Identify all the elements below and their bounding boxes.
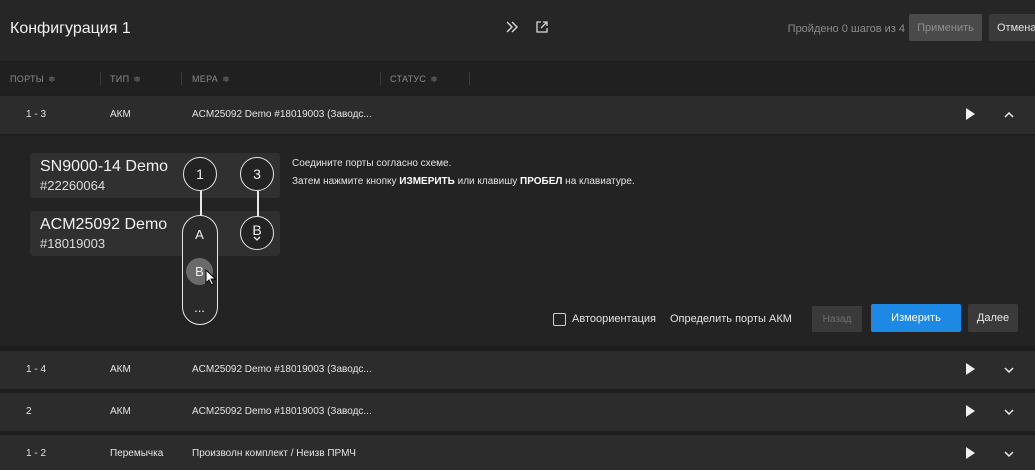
chevron-up-icon[interactable] [1003,109,1015,121]
table-row[interactable]: 1 - 3 АКМ ACM25092 Demo #18019003 (Завод… [0,96,1035,134]
row-measure: ACM25092 Demo #18019003 (Заводс... [192,364,372,375]
detect-ports-link[interactable]: Определить порты АКМ [670,313,792,325]
measure-button[interactable]: Измерить [871,304,961,332]
device-name: ACM25092 Demo [40,216,168,233]
chevron-down-icon[interactable] [1003,364,1015,376]
row-ports: 2 [26,406,32,417]
row-measure: ACM25092 Demo #18019003 (Заводс... [192,109,372,120]
auto-orient-checkbox[interactable] [553,313,566,326]
port-label: B [252,221,262,238]
acm-port-option[interactable]: ... [186,294,213,321]
acm-port-option[interactable]: A [186,221,213,248]
acm-port-b-dropdown[interactable]: B [240,216,274,250]
device-serial: #22260064 [40,178,106,193]
sort-icon: ≑ [222,74,230,84]
sort-icon: ≑ [133,74,142,84]
vna-port-1[interactable]: 1 [183,157,217,191]
column-status[interactable]: СТАТУС ≑ [390,74,438,85]
chevron-down-icon[interactable] [1003,448,1015,460]
column-label: МЕРА [192,74,219,84]
column-divider [181,72,182,85]
device-serial: #18019003 [40,236,106,251]
column-type[interactable]: ТИП ≑ [110,74,141,85]
column-label: ТИП [110,74,130,84]
mouse-cursor-icon [205,269,217,286]
column-divider [380,72,381,85]
column-ports[interactable]: ПОРТЫ ≑ [10,74,56,85]
play-icon[interactable] [966,447,975,459]
play-icon[interactable] [966,405,975,417]
chevron-down-icon [253,236,261,241]
double-chevron-right-icon[interactable] [505,20,519,34]
instruction-line-2: Затем нажмите кнопку ИЗМЕРИТЬ или клавиш… [292,176,635,187]
connector-line [257,191,259,216]
top-bar: Конфигурация 1 Пройдено 0 шагов из 4 При… [0,0,1035,62]
device-name: SN9000-14 Demo [40,158,169,175]
page-title: Конфигурация 1 [10,20,131,37]
external-link-icon[interactable] [535,20,549,34]
auto-orient-label[interactable]: Автоориентация [572,313,656,325]
play-icon[interactable] [966,363,975,375]
row-measure: ACM25092 Demo #18019003 (Заводс... [192,406,372,417]
next-button[interactable]: Далее [968,304,1018,332]
table-row[interactable]: 1 - 4 АКМ ACM25092 Demo #18019003 (Завод… [0,351,1035,389]
column-measure[interactable]: МЕРА ≑ [192,74,230,85]
table-row[interactable]: 1 - 2 Перемычка Произволн комплект / Неи… [0,435,1035,470]
column-label: ПОРТЫ [10,74,45,84]
instruction-line-1: Соедините порты согласно схеме. [292,158,452,169]
table-row[interactable]: 2 АКМ ACM25092 Demo #18019003 (Заводс... [0,393,1035,431]
column-header: ПОРТЫ ≑ ТИП ≑ МЕРА ≑ СТАТУС ≑ [0,62,1035,92]
cancel-button[interactable]: Отмена [989,14,1035,41]
row-ports: 1 - 2 [26,448,47,459]
sort-icon: ≑ [430,74,439,84]
steps-progress: Пройдено 0 шагов из 4 [787,23,905,35]
row-type: Перемычка [110,448,164,459]
row-measure: Произволн комплект / Неизв ПРМЧ [192,448,356,459]
sort-icon: ≑ [48,74,56,84]
row-type: АКМ [110,109,131,120]
column-label: СТАТУС [390,74,427,84]
row-type: АКМ [110,364,131,375]
play-icon[interactable] [966,108,975,120]
connection-panel: SN9000-14 Demo #22260064 ACM25092 Demo #… [0,136,1035,346]
back-button[interactable]: Назад [812,306,862,332]
vna-port-3[interactable]: 3 [240,157,274,191]
row-type: АКМ [110,406,131,417]
row-ports: 1 - 4 [26,364,47,375]
column-divider [469,72,470,85]
connector-line [200,191,202,216]
apply-button[interactable]: Применить [909,14,982,41]
chevron-down-icon[interactable] [1003,406,1015,418]
column-divider [100,72,101,85]
row-ports: 1 - 3 [26,109,47,120]
